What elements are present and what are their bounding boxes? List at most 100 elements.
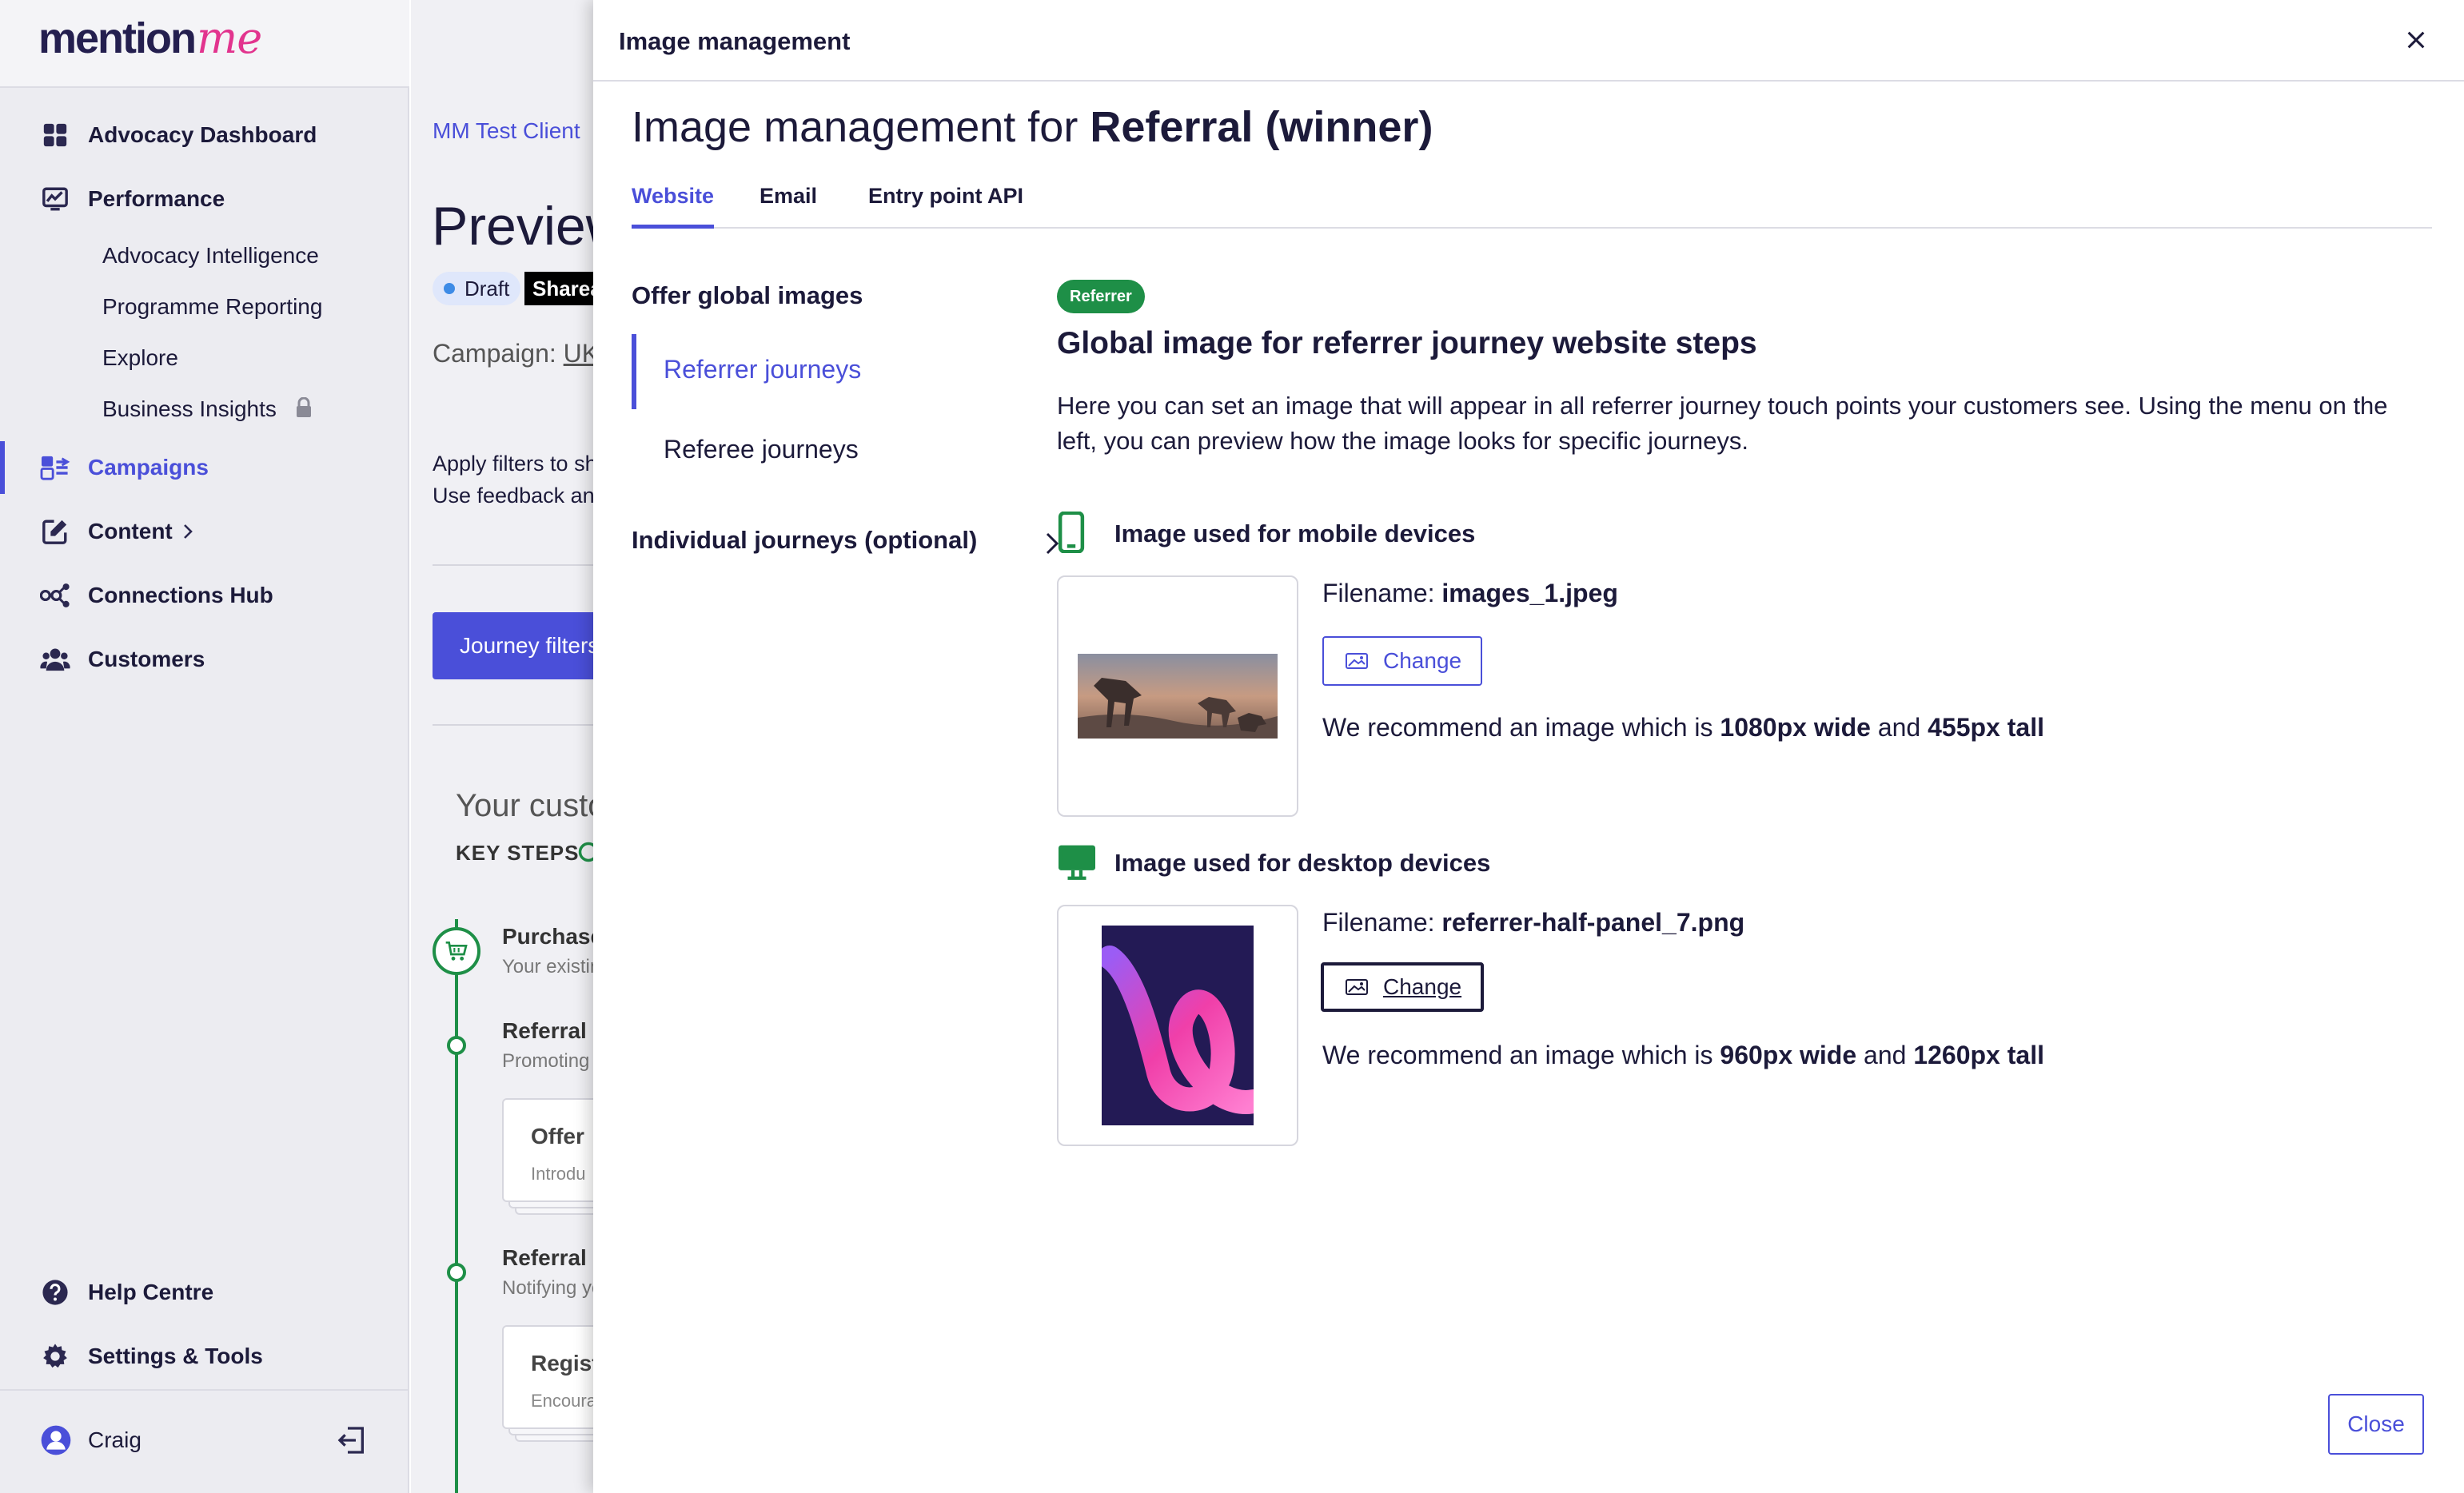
chevron-right-icon bbox=[182, 523, 193, 544]
step-subtitle: Your existin bbox=[502, 956, 601, 977]
campaign-label: Campaign: bbox=[433, 339, 556, 368]
sidebar: mentionme Advocacy Dashboard Performance… bbox=[0, 0, 409, 1493]
tab-bar: Website Email Entry point API bbox=[632, 176, 2432, 229]
mobile-recommendation: We recommend an image which is 1080px wi… bbox=[1322, 713, 2044, 743]
filters-help-text: Apply filters to sh Use feedback an bbox=[433, 448, 597, 512]
modal-header: Image management bbox=[593, 0, 2464, 82]
desktop-image-thumbnail[interactable] bbox=[1057, 905, 1298, 1146]
recommend-width: 1080px wide bbox=[1720, 713, 1871, 742]
sidebar-item-programme-reporting[interactable]: Programme Reporting bbox=[102, 294, 322, 320]
recommend-and: and bbox=[1864, 1041, 1907, 1069]
desktop-image-label: Image used for desktop devices bbox=[1114, 849, 1491, 877]
customers-icon bbox=[40, 644, 70, 675]
filename-value: referrer-half-panel_7.png bbox=[1441, 908, 1745, 937]
mention-me-logo[interactable]: mentionme bbox=[38, 13, 262, 63]
tab-email[interactable]: Email bbox=[760, 184, 817, 229]
sidebar-item-label: Business Insights bbox=[102, 396, 277, 421]
individual-journeys-label: Individual journeys (optional) bbox=[632, 526, 978, 554]
gear-icon bbox=[40, 1341, 70, 1372]
recommend-text: We recommend an image which is bbox=[1322, 1041, 1713, 1069]
nav-connections-hub[interactable]: Connections Hub bbox=[0, 569, 408, 622]
step-title: Purchase bbox=[502, 924, 604, 949]
desktop-filename: Filename: referrer-half-panel_7.png bbox=[1322, 908, 1744, 938]
step-card-title: Offer bbox=[531, 1124, 584, 1149]
modal-title: Image management for Referral (winner) bbox=[632, 102, 1433, 152]
sidebar-divider bbox=[0, 1389, 408, 1391]
sidebar-item-explore[interactable]: Explore bbox=[102, 345, 178, 371]
nav-customers[interactable]: Customers bbox=[0, 633, 408, 686]
change-mobile-image-button[interactable]: Change bbox=[1322, 636, 1483, 686]
nav-label: Connections Hub bbox=[88, 583, 273, 607]
recommend-height: 455px tall bbox=[1928, 713, 2044, 742]
nav-label: Campaigns bbox=[88, 455, 209, 480]
filename-label: Filename: bbox=[1322, 579, 1435, 607]
user-name: Craig bbox=[88, 1427, 142, 1452]
left-nav-referee-journeys[interactable]: Referee journeys bbox=[632, 414, 1015, 489]
nav-performance[interactable]: Performance bbox=[0, 173, 408, 225]
offer-global-images-heading: Offer global images bbox=[632, 281, 863, 309]
breadcrumb[interactable]: MM Test Client bbox=[433, 118, 580, 144]
section-description: Here you can set an image that will appe… bbox=[1057, 392, 2388, 455]
left-nav-label: Referrer journeys bbox=[664, 355, 862, 384]
sidebar-item-business-insights[interactable]: Business Insights bbox=[102, 396, 313, 424]
edit-pencil-icon bbox=[40, 516, 70, 547]
filters-help-line: Apply filters to sh bbox=[433, 452, 597, 476]
nav-label: Performance bbox=[88, 186, 225, 211]
customer-journey-heading: Your custo bbox=[456, 788, 606, 823]
section-title: Global image for referrer journey websit… bbox=[1057, 326, 1757, 360]
sidebar-item-advocacy-intelligence[interactable]: Advocacy Intelligence bbox=[102, 243, 319, 269]
step-card-subtitle: Introdu bbox=[531, 1164, 586, 1184]
dashboard-grid-icon bbox=[40, 120, 70, 150]
left-nav-label: Referee journeys bbox=[664, 435, 859, 464]
image-icon bbox=[1345, 651, 1369, 671]
nav-settings-tools[interactable]: Settings & Tools bbox=[0, 1330, 408, 1383]
step-card-subtitle: Encoura bbox=[531, 1391, 596, 1411]
user-avatar-icon[interactable] bbox=[40, 1424, 72, 1460]
mobile-image-thumbnail[interactable] bbox=[1057, 575, 1298, 817]
individual-journeys-toggle[interactable]: Individual journeys (optional) bbox=[632, 526, 1060, 561]
nav-label: Advocacy Dashboard bbox=[88, 122, 317, 147]
nav-campaigns[interactable]: Campaigns bbox=[0, 441, 408, 494]
desktop-recommendation: We recommend an image which is 960px wid… bbox=[1322, 1041, 2044, 1070]
tab-entry-point-api[interactable]: Entry point API bbox=[868, 184, 1023, 229]
key-steps-label: KEY STEPS bbox=[456, 841, 580, 865]
close-button[interactable]: Close bbox=[2328, 1394, 2424, 1455]
left-nav-referrer-journeys[interactable]: Referrer journeys bbox=[632, 334, 1015, 409]
nav-label: Content bbox=[88, 519, 173, 543]
tab-website[interactable]: Website bbox=[632, 184, 715, 229]
nav-label: Help Centre bbox=[88, 1280, 214, 1304]
nav-help-centre[interactable]: Help Centre bbox=[0, 1266, 408, 1319]
recommend-width: 960px wide bbox=[1720, 1041, 1857, 1069]
journey-timeline bbox=[455, 919, 458, 1493]
shopping-cart-icon bbox=[444, 938, 469, 968]
purchase-step-node bbox=[433, 927, 480, 975]
help-icon bbox=[40, 1277, 70, 1308]
step-node bbox=[447, 1036, 466, 1055]
filename-value: images_1.jpeg bbox=[1441, 579, 1618, 607]
recommend-and: and bbox=[1877, 713, 1921, 742]
mobile-filename: Filename: images_1.jpeg bbox=[1322, 579, 1618, 608]
dinosaur-image-preview bbox=[1078, 654, 1278, 739]
close-icon[interactable] bbox=[2398, 22, 2434, 58]
mobile-image-label: Image used for mobile devices bbox=[1114, 520, 1476, 547]
lock-icon bbox=[294, 396, 313, 424]
logout-icon[interactable] bbox=[336, 1424, 368, 1460]
modal-title-offer: Referral (winner) bbox=[1090, 103, 1433, 151]
nav-content[interactable]: Content bbox=[0, 505, 408, 558]
filename-label: Filename: bbox=[1322, 908, 1435, 937]
change-label: Change bbox=[1383, 974, 1462, 999]
step-title: Referral e bbox=[502, 1245, 606, 1270]
change-desktop-image-button[interactable]: Change bbox=[1321, 962, 1485, 1012]
filters-help-line: Use feedback an bbox=[433, 484, 595, 508]
modal-title-prefix: Image management for bbox=[632, 103, 1078, 151]
swirl-image-preview bbox=[1102, 926, 1254, 1125]
image-icon bbox=[1345, 977, 1369, 997]
step-card-title: Regist bbox=[531, 1351, 600, 1376]
connections-icon bbox=[40, 580, 70, 611]
image-management-modal: Image management Image management for Re… bbox=[593, 0, 2464, 1493]
recommend-text: We recommend an image which is bbox=[1322, 713, 1713, 742]
nav-advocacy-dashboard[interactable]: Advocacy Dashboard bbox=[0, 109, 408, 161]
mobile-phone-icon bbox=[1057, 512, 1086, 553]
campaign-line: Campaign: UK bbox=[433, 339, 599, 368]
change-label: Change bbox=[1383, 648, 1462, 673]
